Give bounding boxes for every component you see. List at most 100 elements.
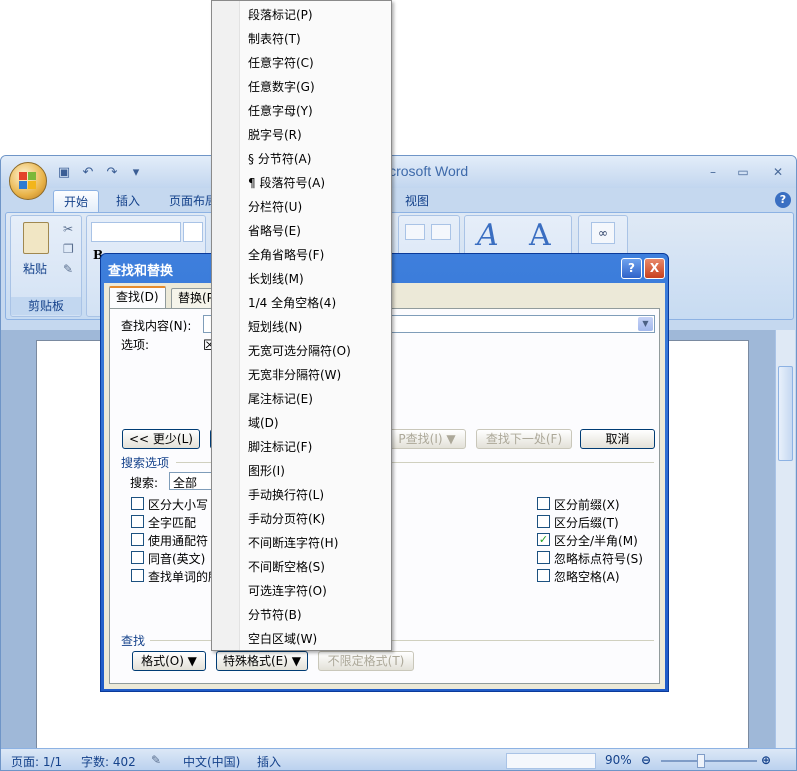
find-what-label: 查找内容(N):	[121, 319, 192, 333]
menu-item-section-char[interactable]: § 分节符(A)	[248, 148, 311, 170]
menu-item-any-char[interactable]: 任意字符(C)	[248, 52, 314, 74]
dialog-close-button[interactable]: X	[644, 258, 665, 279]
match-prefix-label: 区分前缀(X)	[554, 498, 620, 512]
menu-item-footnote-mark[interactable]: 脚注标记(F)	[248, 436, 312, 458]
maximize-button[interactable]: ▭	[731, 163, 755, 181]
menu-item-any-digit[interactable]: 任意数字(G)	[248, 76, 315, 98]
office-button[interactable]	[9, 162, 47, 200]
font-name-dropdown[interactable]	[91, 222, 181, 242]
menu-item-section-break[interactable]: 分节符(B)	[248, 604, 302, 626]
menu-item-nonbreaking-hyphen[interactable]: 不间断连字符(H)	[248, 532, 338, 554]
menu-item-en-dash[interactable]: 短划线(N)	[248, 316, 302, 338]
zoom-slider-thumb[interactable]	[697, 754, 705, 768]
menu-item-paragraph-mark[interactable]: 段落标记(P)	[248, 4, 313, 26]
find-in-button[interactable]: P查找(I) ▼	[388, 429, 466, 449]
tab-view[interactable]: 视图	[395, 190, 439, 212]
paste-icon[interactable]	[23, 222, 49, 254]
whole-word-checkbox[interactable]	[131, 515, 144, 528]
view-buttons[interactable]	[506, 753, 596, 769]
sounds-like-checkbox[interactable]	[131, 551, 144, 564]
paste-label[interactable]: 粘贴	[23, 260, 47, 277]
zoom-level[interactable]: 90%	[605, 753, 632, 767]
less-button[interactable]: << 更少(L)	[122, 429, 200, 449]
clipboard-group-label: 剪贴板	[11, 297, 81, 315]
match-prefix-checkbox[interactable]	[537, 497, 550, 510]
find-next-button[interactable]: 查找下一处(F)	[476, 429, 572, 449]
menu-item-paragraph-char[interactable]: ¶ 段落符号(A)	[248, 172, 325, 194]
menu-item-endnote-mark[interactable]: 尾注标记(E)	[248, 388, 313, 410]
insert-mode[interactable]: 插入	[257, 753, 281, 770]
menu-item-nonbreaking-space[interactable]: 不间断空格(S)	[248, 556, 325, 578]
undo-icon[interactable]: ↶	[79, 164, 97, 182]
whole-word-label: 全字匹配	[148, 516, 197, 530]
menu-item-ellipsis[interactable]: 省略号(E)	[248, 220, 301, 242]
zoom-in-icon[interactable]: ⊕	[761, 753, 771, 767]
quick-styles-icon[interactable]: A	[477, 218, 499, 253]
scroll-thumb[interactable]	[778, 366, 793, 461]
minimize-button[interactable]: –	[701, 163, 725, 181]
zoom-slider[interactable]	[661, 760, 757, 762]
cancel-button[interactable]: 取消	[580, 429, 655, 449]
match-width-checkbox[interactable]: ✓	[537, 533, 550, 546]
menu-item-caret[interactable]: 脱字号(R)	[248, 124, 302, 146]
menu-item-manual-page-break[interactable]: 手动分页符(K)	[248, 508, 325, 530]
redo-icon[interactable]: ↷	[103, 164, 121, 182]
wildcards-label: 使用通配符	[148, 534, 209, 548]
help-icon[interactable]: ?	[775, 192, 791, 208]
dialog-help-button[interactable]: ?	[621, 258, 642, 279]
language[interactable]: 中文(中国)	[183, 753, 240, 770]
ribbon-tabs: 开始 插入 页面布局 视图	[1, 188, 796, 212]
increase-indent-icon[interactable]	[431, 224, 451, 240]
close-window-button[interactable]: ✕	[766, 163, 790, 181]
menu-item-full-ellipsis[interactable]: 全角省略号(F)	[248, 244, 324, 266]
menu-item-zero-width-nonbreak[interactable]: 无宽非分隔符(W)	[248, 364, 341, 386]
special-button[interactable]: 特殊格式(E) ▼	[216, 651, 308, 671]
zoom-out-icon[interactable]: ⊖	[641, 753, 651, 767]
change-styles-icon[interactable]: A	[529, 218, 551, 253]
find-what-dropdown-icon[interactable]: ▼	[638, 317, 653, 331]
menu-item-field[interactable]: 域(D)	[248, 412, 279, 434]
menu-item-any-letter[interactable]: 任意字母(Y)	[248, 100, 313, 122]
clipboard-group: 粘贴 ✂ ❐ ✎ 剪贴板	[10, 215, 82, 317]
no-formatting-button[interactable]: 不限定格式(T)	[318, 651, 414, 671]
find-section-label: 查找	[121, 634, 146, 648]
options-label: 选项:	[121, 338, 150, 352]
tab-insert[interactable]: 插入	[106, 190, 150, 212]
match-case-checkbox[interactable]	[131, 497, 144, 510]
ignore-whitespace-checkbox[interactable]	[537, 569, 550, 582]
menu-item-tab[interactable]: 制表符(T)	[248, 28, 301, 50]
word-count[interactable]: 字数: 402	[81, 753, 136, 770]
page-count[interactable]: 页面: 1/1	[11, 753, 62, 770]
customize-qat-icon[interactable]: ▾	[127, 164, 145, 182]
font-size-dropdown[interactable]	[183, 222, 203, 242]
menu-item-zero-width-optional[interactable]: 无宽可选分隔符(O)	[248, 340, 351, 362]
menu-item-quarter-space[interactable]: 1/4 全角空格(4)	[248, 292, 336, 314]
menu-gutter	[212, 1, 240, 650]
menu-item-graphic[interactable]: 图形(I)	[248, 460, 285, 482]
proofing-icon[interactable]: ✎	[151, 753, 161, 767]
tab-home[interactable]: 开始	[53, 190, 100, 212]
decrease-indent-icon[interactable]	[405, 224, 425, 240]
match-suffix-label: 区分后缀(T)	[554, 516, 619, 530]
menu-item-em-dash[interactable]: 长划线(M)	[248, 268, 304, 290]
save-icon[interactable]: ▣	[55, 164, 73, 182]
match-width-label: 区分全/半角(M)	[554, 534, 638, 548]
word-forms-checkbox[interactable]	[131, 569, 144, 582]
format-painter-icon[interactable]: ✎	[63, 262, 73, 276]
copy-icon[interactable]: ❐	[63, 242, 74, 256]
format-button[interactable]: 格式(O) ▼	[132, 651, 206, 671]
search-direction-select[interactable]: 全部	[169, 472, 215, 490]
match-suffix-checkbox[interactable]	[537, 515, 550, 528]
menu-item-column-break[interactable]: 分栏符(U)	[248, 196, 302, 218]
vertical-scrollbar[interactable]	[775, 330, 795, 748]
menu-item-optional-hyphen[interactable]: 可选连字符(O)	[248, 580, 327, 602]
cut-icon[interactable]: ✂	[63, 222, 73, 236]
tab-find[interactable]: 查找(D)	[109, 286, 166, 309]
menu-item-manual-line-break[interactable]: 手动换行符(L)	[248, 484, 324, 506]
ignore-punctuation-checkbox[interactable]	[537, 551, 550, 564]
binoculars-icon[interactable]: ∞	[591, 222, 615, 244]
window-title: icrosoft Word	[386, 163, 469, 179]
wildcards-checkbox[interactable]	[131, 533, 144, 546]
search-options-label: 搜索选项	[121, 456, 170, 470]
menu-item-whitespace[interactable]: 空白区域(W)	[248, 628, 317, 650]
